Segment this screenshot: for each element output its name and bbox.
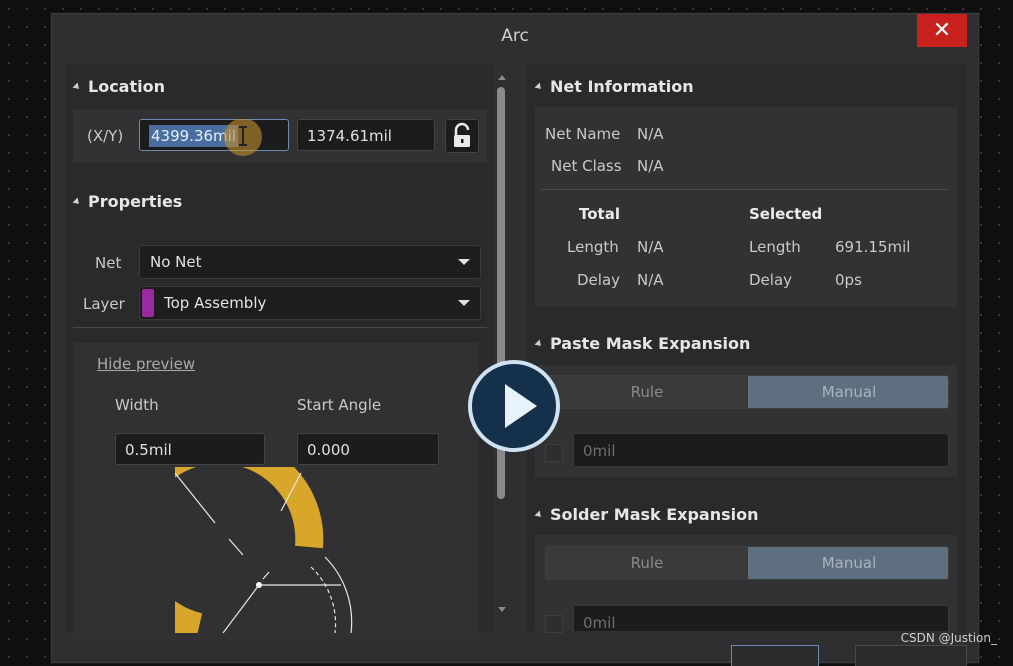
solder-mask-mode-toggle: Rule Manual (545, 546, 949, 580)
net-label: Net (95, 254, 122, 272)
selected-delay-label: Delay (749, 271, 793, 289)
scroll-up-icon[interactable] (498, 75, 506, 80)
left-scrollbar[interactable] (495, 73, 507, 633)
selected-delay-value: 0ps (835, 271, 862, 289)
paste-mask-mode-toggle: Rule Manual (545, 375, 949, 409)
net-class-label: Net Class (551, 157, 622, 175)
total-length-label: Length (567, 238, 619, 256)
paste-mask-rule-tab[interactable]: Rule (546, 376, 748, 408)
paste-mask-manual-tab[interactable]: Manual (748, 376, 948, 408)
selected-length-label: Length (749, 238, 801, 256)
collapse-triangle-icon (534, 82, 544, 92)
layer-dropdown[interactable]: Top Assembly (139, 286, 481, 320)
net-dropdown[interactable]: No Net (139, 245, 481, 279)
right-panel: Net Information Net Name N/A Net Class N… (527, 65, 967, 633)
total-delay-value: N/A (637, 271, 664, 289)
solder-mask-checkbox[interactable] (545, 615, 563, 633)
selected-length-value: 691.15mil (835, 238, 911, 256)
total-header: Total (579, 205, 620, 223)
collapse-triangle-icon (72, 82, 82, 92)
divider (73, 327, 487, 328)
lock-button[interactable] (445, 119, 479, 153)
close-icon: ✕ (932, 18, 952, 43)
divider (541, 189, 949, 190)
solder-mask-section-title[interactable]: Solder Mask Expansion (534, 505, 759, 524)
solder-mask-value-clip: 0mil (573, 605, 949, 631)
width-input[interactable]: 0.5mil (115, 433, 265, 465)
y-input[interactable]: 1374.61mil (297, 119, 435, 151)
solder-mask-manual-tab[interactable]: Manual (748, 547, 948, 579)
width-label: Width (115, 396, 159, 414)
start-angle-input[interactable]: 0.000 (297, 433, 439, 465)
scroll-down-icon[interactable] (498, 607, 506, 612)
cancel-button[interactable] (855, 645, 967, 666)
collapse-triangle-icon (534, 510, 544, 520)
chevron-down-icon (458, 259, 470, 265)
xy-label: (X/Y) (87, 127, 124, 145)
selected-header: Selected (749, 205, 823, 223)
left-panel: Location (X/Y) 4399.36mil 1374.61mil Pro… (65, 65, 493, 643)
net-value: No Net (150, 253, 202, 271)
arc-preview-diagram (175, 467, 353, 633)
play-icon[interactable] (468, 360, 560, 452)
arc-dialog: Arc ✕ Location (X/Y) 4399.36mil 1374.61m… (50, 12, 980, 666)
start-angle-label: Start Angle (297, 396, 382, 414)
cursor-highlight (224, 119, 262, 156)
solder-mask-value-input[interactable]: 0mil (573, 605, 949, 631)
layer-value: Top Assembly (164, 294, 267, 312)
solder-mask-rule-tab[interactable]: Rule (546, 547, 748, 579)
chevron-down-icon (458, 300, 470, 306)
net-name-label: Net Name (545, 125, 621, 143)
layer-label: Layer (83, 295, 125, 313)
collapse-triangle-icon (534, 339, 544, 349)
net-name-value: N/A (637, 125, 664, 143)
location-section-title[interactable]: Location (72, 77, 165, 96)
total-length-value: N/A (637, 238, 664, 256)
paste-mask-checkbox[interactable] (545, 444, 563, 462)
watermark: CSDN @Justion_ (900, 631, 997, 645)
close-button[interactable]: ✕ (917, 14, 967, 47)
layer-color-swatch (142, 289, 154, 317)
title-bar: Arc ✕ (51, 13, 979, 57)
hide-preview-link[interactable]: Hide preview (97, 355, 195, 373)
net-class-value: N/A (637, 157, 664, 175)
ok-button[interactable] (731, 645, 819, 666)
net-info-section-title[interactable]: Net Information (534, 77, 694, 96)
total-delay-label: Delay (577, 271, 621, 289)
collapse-triangle-icon (72, 197, 82, 207)
dialog-title: Arc (501, 26, 529, 46)
paste-mask-value-input[interactable]: 0mil (573, 433, 949, 467)
properties-section-title[interactable]: Properties (72, 192, 182, 211)
paste-mask-section-title[interactable]: Paste Mask Expansion (534, 334, 750, 353)
unlock-icon (454, 122, 470, 147)
